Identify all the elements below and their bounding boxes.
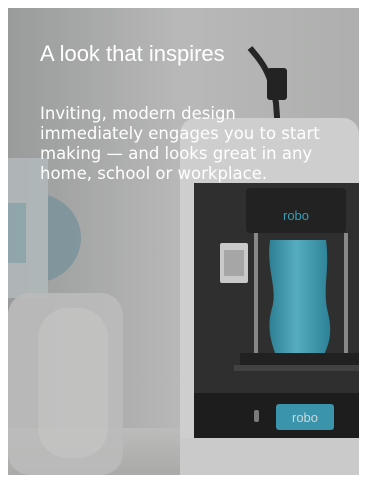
- text-overlay: [8, 8, 359, 475]
- card-description: Inviting, modern design immediately enga…: [40, 104, 320, 183]
- card-title: A look that inspires: [40, 41, 225, 66]
- feature-card: robo robo A look that inspires Inviting,…: [8, 8, 359, 475]
